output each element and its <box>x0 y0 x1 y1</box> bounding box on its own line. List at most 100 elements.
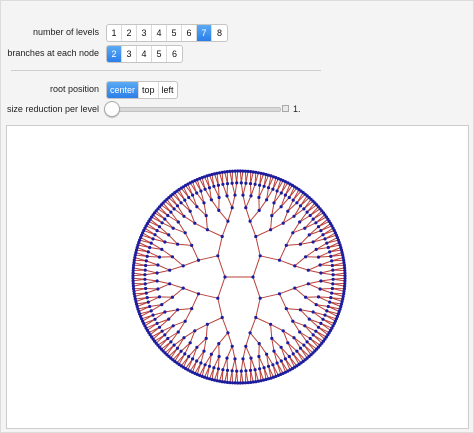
tree-branch-line <box>191 245 199 261</box>
tree-branch-line <box>218 210 229 222</box>
tree-branch-line <box>144 272 158 276</box>
tree-branch-line <box>133 267 146 271</box>
tree-branch-line <box>145 280 158 285</box>
tree-branch-line <box>231 194 236 208</box>
tree-node-dot <box>241 357 245 361</box>
tree-node-dot <box>230 344 234 348</box>
size-reduction-slider-knob[interactable] <box>104 101 120 117</box>
tree-node-dot <box>244 181 248 185</box>
tree-node-dot <box>217 208 221 212</box>
tree-node-dot <box>175 346 180 350</box>
tree-branch-line <box>240 358 244 372</box>
tree-node-dot <box>304 295 308 299</box>
root-position-option-top[interactable]: top <box>139 82 159 98</box>
tree-node-dot <box>144 286 148 291</box>
levels-option-1[interactable]: 1 <box>107 25 122 41</box>
tree-node-dot <box>179 201 183 205</box>
tree-node-dot <box>244 369 248 373</box>
tree-branch-line <box>320 288 333 290</box>
tree-branch-line <box>287 199 294 212</box>
tree-node-dot <box>325 241 329 245</box>
tree-node-dot <box>226 331 230 335</box>
tree-node-dot <box>291 231 295 235</box>
levels-option-8[interactable]: 8 <box>212 25 227 41</box>
tree-branch-line <box>236 170 239 183</box>
levels-setter-bar[interactable]: 12345678 <box>106 24 228 42</box>
tree-node-dot <box>244 206 248 210</box>
tree-branch-line <box>304 325 314 336</box>
tree-node-dot <box>179 349 183 353</box>
tree-node-dot <box>151 237 155 241</box>
tree-branch-line <box>249 317 257 333</box>
tree-branch-line <box>217 276 226 299</box>
levels-option-5[interactable]: 5 <box>167 25 182 41</box>
tree-branch-line <box>255 229 271 237</box>
size-reduction-label: size reduction per level <box>6 104 99 114</box>
tree-node-dot <box>230 369 234 373</box>
tree-branch-line <box>245 171 249 184</box>
levels-option-7[interactable]: 7 <box>197 25 212 41</box>
branches-setter-bar[interactable]: 23456 <box>106 45 183 63</box>
levels-option-2[interactable]: 2 <box>122 25 137 41</box>
tree-node-dot <box>272 349 276 353</box>
tree-node-dot <box>160 303 164 307</box>
tree-node-dot <box>212 184 216 188</box>
tree-node-dot <box>330 286 334 291</box>
branches-option-3[interactable]: 3 <box>122 46 137 62</box>
levels-option-6[interactable]: 6 <box>182 25 197 41</box>
tree-node-dot <box>311 333 315 337</box>
tree-node-dot <box>291 198 295 202</box>
tree-branch-line <box>242 194 247 208</box>
slider-expand-button[interactable] <box>282 105 289 112</box>
tree-branch-line <box>221 221 229 237</box>
levels-option-4[interactable]: 4 <box>152 25 167 41</box>
tree-node-dot <box>169 210 173 214</box>
levels-option-3[interactable]: 3 <box>137 25 152 41</box>
branches-option-4[interactable]: 4 <box>137 46 152 62</box>
tree-node-dot <box>168 282 172 286</box>
tree-node-dot <box>167 317 171 321</box>
tree-node-dot <box>157 225 162 229</box>
tree-node-dot <box>163 310 167 314</box>
tree-node-dot <box>181 286 185 290</box>
tree-node-dot <box>258 254 262 258</box>
tree-branch-line <box>173 337 185 346</box>
manipulate-panel: number of levels 12345678 branches at ea… <box>0 0 474 433</box>
tree-node-dot <box>176 242 180 246</box>
tree-node-dot <box>204 214 208 218</box>
tree-branch-line <box>279 293 287 309</box>
tree-node-dot <box>270 336 274 340</box>
tree-branch-line <box>245 207 251 222</box>
tree-branch-line <box>217 255 226 278</box>
tree-node-dot <box>171 324 175 328</box>
tree-node-dot <box>292 214 296 218</box>
tree-node-dot <box>295 349 299 353</box>
tree-branch-line <box>270 324 273 339</box>
tree-branch-line <box>250 183 252 196</box>
root-position-option-center[interactable]: center <box>107 82 140 98</box>
tree-node-dot <box>295 201 299 205</box>
tree-branch-line <box>222 184 228 197</box>
tree-node-dot <box>286 209 290 213</box>
root-position-setter-bar[interactable]: center top left <box>106 81 178 99</box>
tree-branch-line <box>245 195 252 208</box>
branches-option-6[interactable]: 6 <box>167 46 182 62</box>
branches-option-2[interactable]: 2 <box>107 46 122 62</box>
tree-branch-line <box>156 269 170 274</box>
root-position-option-left[interactable]: left <box>159 82 177 98</box>
tree-branch-line <box>147 296 160 299</box>
tree-node-dot <box>156 263 160 267</box>
tree-node-dot <box>202 349 206 353</box>
tree-node-dot <box>308 336 312 341</box>
tree-branch-line <box>305 296 317 306</box>
tree-node-dot <box>281 221 285 225</box>
tree-branch-line <box>226 195 233 208</box>
tree-node-dot <box>223 275 227 279</box>
tree-branch-line <box>320 264 333 266</box>
tree-branch-line <box>258 199 268 211</box>
tree-branch-line <box>226 346 233 359</box>
size-reduction-slider-track[interactable] <box>111 107 281 112</box>
tree-branch-line <box>299 331 308 343</box>
branches-option-5[interactable]: 5 <box>152 46 167 62</box>
tree-node-dot <box>166 213 170 218</box>
